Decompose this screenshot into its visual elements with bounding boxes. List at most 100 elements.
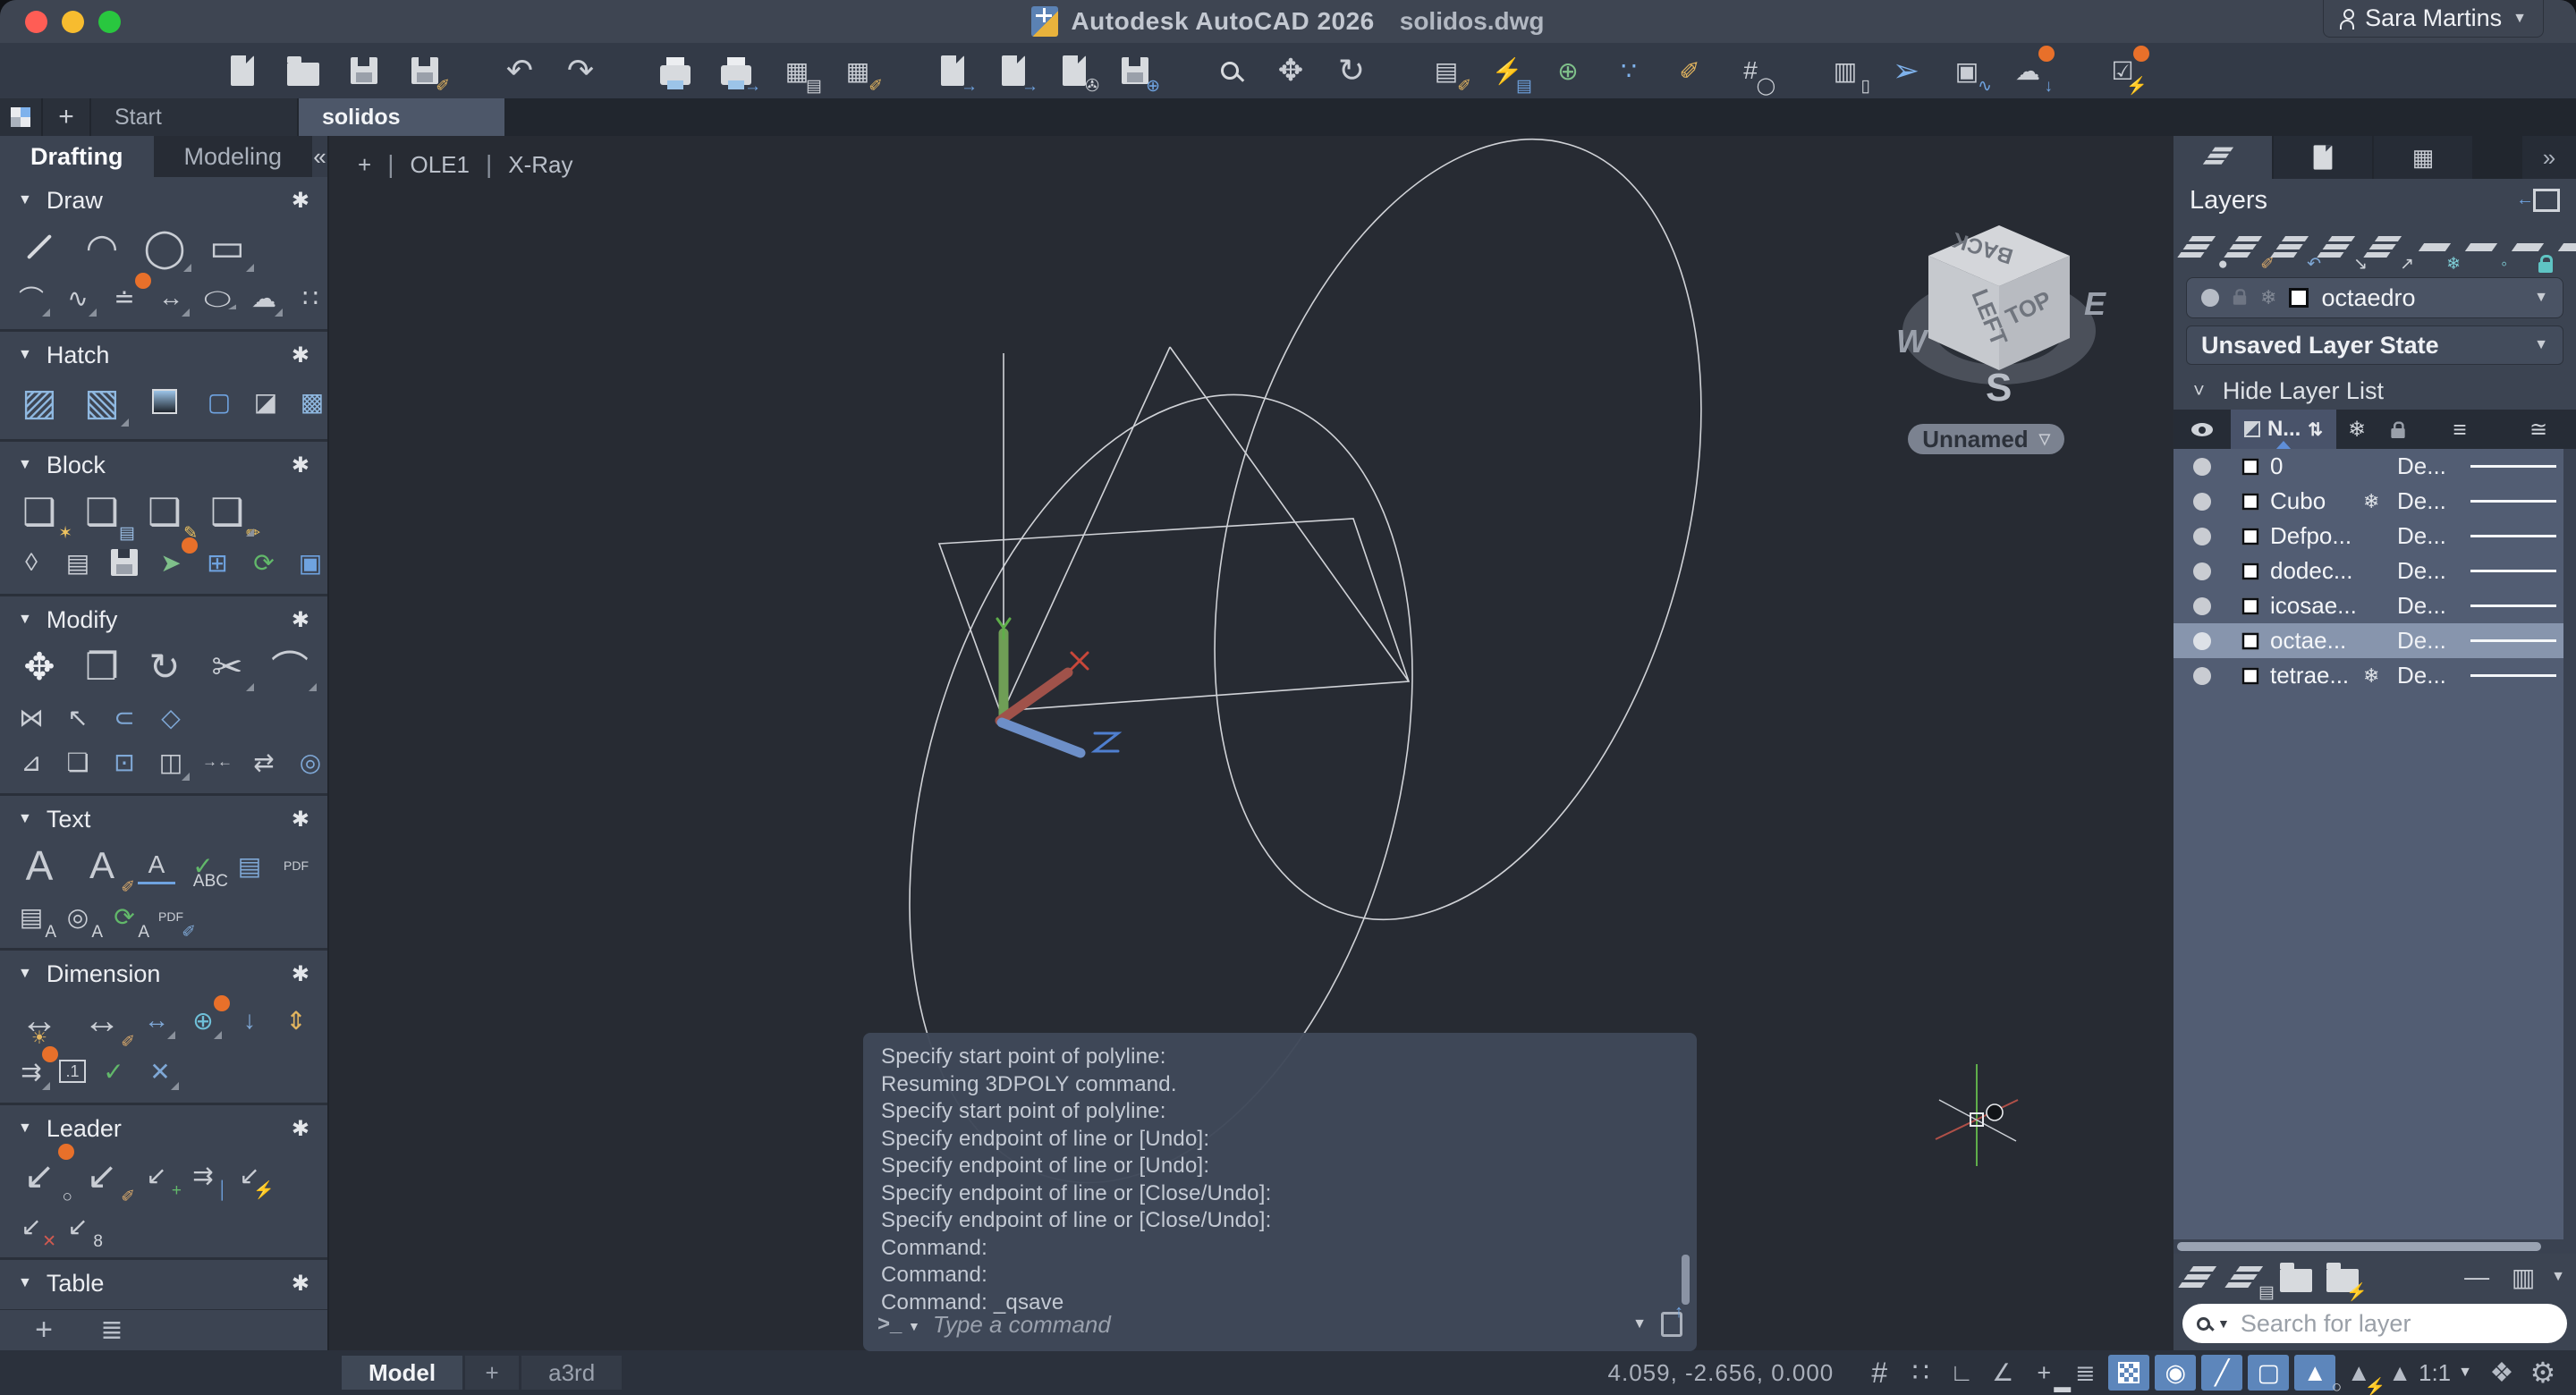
- minimize-window-button[interactable]: [62, 10, 84, 33]
- arc-icon[interactable]: ⌒: [13, 279, 50, 317]
- scrollbar-thumb[interactable]: [2177, 1242, 2541, 1251]
- offset-icon[interactable]: ⊂: [106, 698, 143, 736]
- insert-point-icon[interactable]: ➤: [152, 537, 198, 581]
- columns-icon[interactable]: ▥: [2504, 1258, 2542, 1296]
- spell-check-icon[interactable]: ✓ ABC: [184, 847, 228, 891]
- layer-row[interactable]: tetrae... ❄ De...: [2174, 658, 2576, 693]
- create-block-icon[interactable]: ❑ ▤: [75, 486, 135, 543]
- workspace-switching-icon[interactable]: ❖: [2481, 1355, 2522, 1391]
- layer-status-icon[interactable]: [2174, 527, 2231, 545]
- line-icon[interactable]: [13, 222, 66, 272]
- hatch-edit-icon[interactable]: ▩: [293, 383, 327, 420]
- join-icon[interactable]: →←: [199, 743, 236, 781]
- dimension-icon[interactable]: ↔: [13, 995, 66, 1045]
- define-attribute-icon[interactable]: ◊: [13, 544, 50, 581]
- vp-freeze-icon[interactable]: ❄: [2363, 490, 2397, 513]
- layer-row[interactable]: Cubo ❄ De...: [2174, 484, 2576, 519]
- remove-leader-icon[interactable]: ↙ ✕: [13, 1207, 56, 1251]
- layer-lineweight[interactable]: De...: [2397, 487, 2470, 515]
- palette-properties-icon[interactable]: ≣: [93, 1312, 131, 1349]
- layer-off-icon[interactable]: ◦: [2462, 226, 2507, 273]
- tool-palettes-icon[interactable]: ◪: [247, 383, 284, 420]
- attach-icon[interactable]: ✇: [1055, 52, 1099, 95]
- fillet-icon[interactable]: ⌒: [263, 641, 317, 691]
- layout-tab-a3rd[interactable]: a3rd: [521, 1356, 623, 1390]
- share-drawing-icon[interactable]: ➢: [1887, 52, 1925, 89]
- recent-commands-icon[interactable]: ▼: [1632, 1316, 1647, 1332]
- customization-gear-icon[interactable]: ⚙: [2522, 1355, 2563, 1391]
- layer-name[interactable]: dodec...: [2270, 557, 2363, 585]
- undo-icon[interactable]: ↶: [501, 52, 538, 89]
- section-collapse-icon[interactable]: ▼: [18, 966, 32, 982]
- orbit-icon[interactable]: ↻: [1333, 52, 1370, 89]
- scale-icon[interactable]: ⊡: [106, 743, 143, 781]
- wireframe-quad[interactable]: [937, 518, 1411, 712]
- section-settings-icon[interactable]: ✱: [292, 807, 309, 833]
- save-as-icon[interactable]: ✐: [406, 52, 450, 95]
- section-header[interactable]: ▼ Dimension ✱: [0, 956, 327, 992]
- zoom-window-icon[interactable]: [1211, 52, 1249, 89]
- viewport[interactable]: + | OLE1 | X-Ray W S E BACK LEFT TOP Unn…: [329, 136, 2174, 1351]
- annotation-visibility-icon[interactable]: ▲ ○: [2294, 1355, 2342, 1395]
- layer-name[interactable]: icosae...: [2270, 592, 2363, 620]
- section-collapse-icon[interactable]: ▼: [18, 192, 32, 208]
- section-settings-icon[interactable]: ✱: [292, 452, 309, 478]
- save-to-web-icon[interactable]: ⊕: [1116, 52, 1160, 95]
- cloud-markup-import-icon[interactable]: ☁ ↓: [2009, 46, 2055, 95]
- break-icon[interactable]: ◫: [152, 743, 190, 781]
- tab-drafting[interactable]: Drafting: [0, 136, 154, 177]
- write-block-icon[interactable]: [106, 544, 143, 581]
- spline-icon[interactable]: ∿: [59, 279, 97, 317]
- move-icon[interactable]: ✥: [13, 641, 66, 691]
- pan-icon[interactable]: ✥: [1272, 52, 1309, 89]
- section-settings-icon[interactable]: ✱: [292, 1116, 309, 1142]
- layer-states-open-icon[interactable]: [2277, 1258, 2315, 1296]
- layer-row[interactable]: 0 De...: [2174, 449, 2576, 484]
- text-align-icon[interactable]: ▤ A: [13, 898, 56, 942]
- layer-name[interactable]: 0: [2270, 452, 2363, 480]
- layer-freeze-icon[interactable]: ❄: [2415, 226, 2461, 273]
- section-settings-icon[interactable]: ✱: [292, 1271, 309, 1297]
- mirror-icon[interactable]: ⋈: [13, 698, 50, 736]
- open-folder-icon[interactable]: [284, 52, 322, 89]
- layer-linetype-line[interactable]: [2470, 674, 2576, 677]
- layer-search-box[interactable]: ▼: [2182, 1304, 2567, 1343]
- layer-name[interactable]: Cubo: [2270, 487, 2363, 515]
- layer-name[interactable]: octae...: [2270, 627, 2363, 655]
- remove-item-icon[interactable]: —: [2458, 1258, 2496, 1296]
- layer-color-swatch[interactable]: [2289, 288, 2309, 308]
- baseline-dimension-icon[interactable]: ⇉: [13, 1046, 58, 1090]
- polar-tracking-icon[interactable]: ∠: [1982, 1355, 2023, 1391]
- layer-properties-icon[interactable]: ●: [2182, 226, 2228, 273]
- layer-lineweight[interactable]: De...: [2397, 452, 2470, 480]
- column-lock[interactable]: [2377, 420, 2419, 439]
- hide-layer-list-header[interactable]: ˅ Hide Layer List: [2174, 372, 2576, 410]
- hatch-icon[interactable]: ▨: [13, 376, 66, 427]
- layer-row[interactable]: Defpo... De...: [2174, 519, 2576, 554]
- quick-select-icon[interactable]: ⚡ ▤: [1488, 52, 1532, 96]
- model-tab[interactable]: Model: [342, 1356, 463, 1390]
- change-space-icon[interactable]: ⇄: [245, 743, 283, 781]
- new-layer-vp-frozen-icon[interactable]: ▤: [2231, 1258, 2275, 1301]
- explode-icon[interactable]: ◇: [152, 698, 190, 736]
- import-icon[interactable]: →: [934, 52, 978, 95]
- layer-lineweight[interactable]: De...: [2397, 662, 2470, 689]
- layer-status-icon[interactable]: [2174, 596, 2231, 615]
- xref-palette-tab[interactable]: [2274, 136, 2372, 179]
- section-header[interactable]: ▼ Hatch ✱: [0, 337, 327, 373]
- multileader-icon[interactable]: ↙ ○: [13, 1144, 74, 1205]
- section-collapse-icon[interactable]: ▼: [18, 457, 32, 473]
- column-visibility[interactable]: [2174, 422, 2231, 436]
- layer-lineweight[interactable]: De...: [2397, 557, 2470, 585]
- autoscale-annotations-icon[interactable]: ▲ ⚡: [2338, 1355, 2385, 1395]
- layer-linetype-line[interactable]: [2470, 639, 2576, 642]
- layer-color-swatch[interactable]: [2231, 666, 2270, 686]
- add-layout-button[interactable]: +: [465, 1356, 520, 1390]
- section-header[interactable]: ▼ Leader ✱: [0, 1111, 327, 1146]
- layer-color-swatch[interactable]: [2231, 492, 2270, 512]
- transparency-icon[interactable]: [2108, 1355, 2150, 1391]
- ortho-mode-icon[interactable]: ∟: [1941, 1355, 1982, 1391]
- column-lineweight[interactable]: ≡: [2419, 416, 2501, 444]
- point-icon[interactable]: ∷: [292, 279, 327, 317]
- rotate-icon[interactable]: ↻: [138, 641, 191, 691]
